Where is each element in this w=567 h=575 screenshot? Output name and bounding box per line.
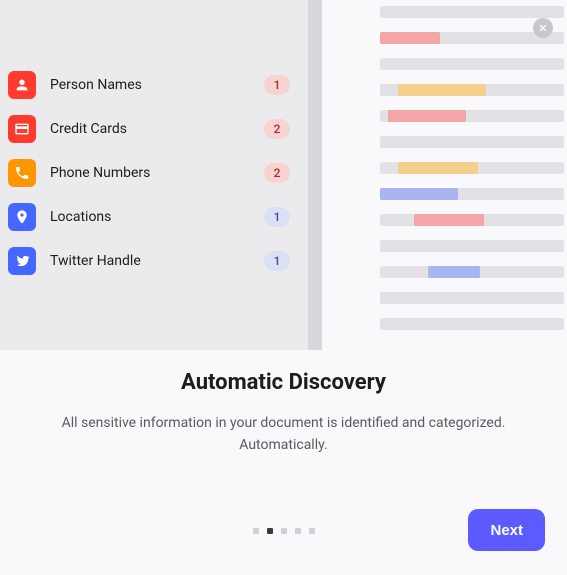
page-dot[interactable] xyxy=(267,528,273,534)
highlight-chip xyxy=(398,162,478,174)
pin-icon xyxy=(8,203,36,231)
highlight-chip xyxy=(380,32,440,44)
highlight-chip xyxy=(380,188,458,200)
doc-line xyxy=(380,318,564,330)
category-count-badge: 1 xyxy=(264,251,290,271)
doc-line xyxy=(380,136,564,148)
content-area: Automatic Discovery All sensitive inform… xyxy=(0,370,567,456)
category-item-twitter[interactable]: Twitter Handle1 xyxy=(0,239,308,283)
category-item-locations[interactable]: Locations1 xyxy=(0,195,308,239)
divider xyxy=(308,0,322,350)
highlight-chip xyxy=(388,110,466,122)
twitter-icon xyxy=(8,247,36,275)
doc-line xyxy=(380,110,564,122)
page-dot[interactable] xyxy=(281,528,287,534)
category-label: Credit Cards xyxy=(50,121,264,137)
doc-line xyxy=(380,214,564,226)
person-icon xyxy=(8,71,36,99)
category-count-badge: 2 xyxy=(264,163,290,183)
category-label: Phone Numbers xyxy=(50,165,264,181)
illustration-area: Person Names1Credit Cards2Phone Numbers2… xyxy=(0,0,567,350)
category-label: Locations xyxy=(50,209,264,225)
doc-line xyxy=(380,188,564,200)
category-item-person-names[interactable]: Person Names1 xyxy=(0,63,308,107)
doc-line xyxy=(380,292,564,304)
category-count-badge: 1 xyxy=(264,75,290,95)
doc-line xyxy=(380,240,564,252)
page-indicator xyxy=(253,528,315,534)
category-label: Twitter Handle xyxy=(50,253,264,269)
doc-line xyxy=(380,58,564,70)
category-count-badge: 1 xyxy=(264,207,290,227)
page-dot[interactable] xyxy=(295,528,301,534)
category-item-phone-numbers[interactable]: Phone Numbers2 xyxy=(0,151,308,195)
page-dot[interactable] xyxy=(309,528,315,534)
footer: Next xyxy=(0,509,567,553)
doc-line xyxy=(380,162,564,174)
doc-line xyxy=(380,266,564,278)
category-sidebar: Person Names1Credit Cards2Phone Numbers2… xyxy=(0,0,308,350)
highlight-chip xyxy=(414,214,484,226)
doc-line xyxy=(380,6,564,18)
highlight-chip xyxy=(428,266,480,278)
highlight-chip xyxy=(398,84,486,96)
category-label: Person Names xyxy=(50,77,264,93)
page-title: Automatic Discovery xyxy=(40,370,527,395)
card-icon xyxy=(8,115,36,143)
doc-line xyxy=(380,84,564,96)
document-preview xyxy=(322,0,567,350)
page-subtitle: All sensitive information in your docume… xyxy=(40,413,527,456)
category-item-credit-cards[interactable]: Credit Cards2 xyxy=(0,107,308,151)
next-button[interactable]: Next xyxy=(468,509,545,551)
phone-icon xyxy=(8,159,36,187)
close-icon xyxy=(538,23,548,33)
category-count-badge: 2 xyxy=(264,119,290,139)
page-dot[interactable] xyxy=(253,528,259,534)
close-button[interactable] xyxy=(533,18,553,38)
